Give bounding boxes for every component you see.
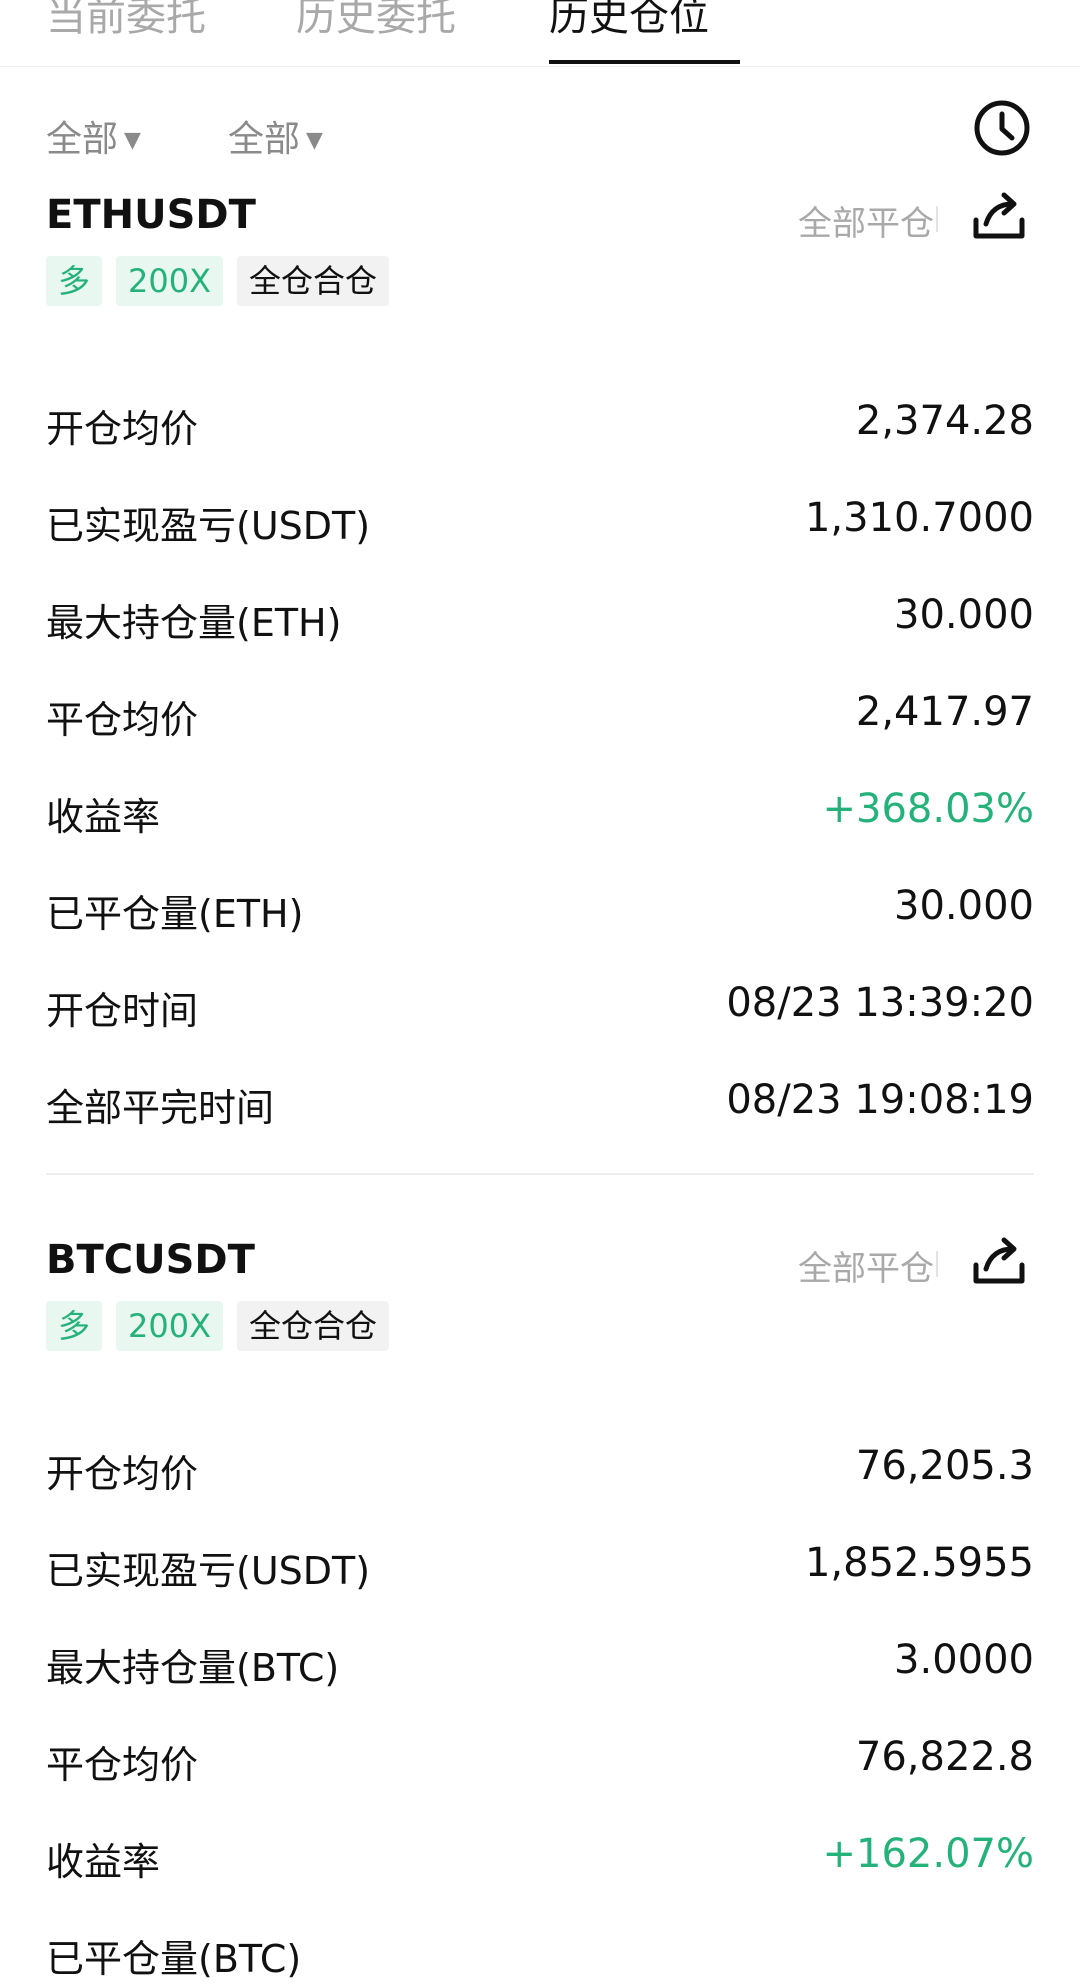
- close-all-button[interactable]: 全部平仓: [798, 1241, 934, 1290]
- detail-value: 1,310.7000: [804, 495, 1034, 541]
- detail-label: 开仓时间: [46, 989, 199, 1033]
- detail-label: 最大持仓量(ETH): [46, 601, 342, 645]
- detail-value: 76,205.3: [855, 1443, 1034, 1489]
- detail-label: 收益率: [46, 1840, 161, 1884]
- detail-row: 已实现盈亏(USDT) 1,852.5955: [46, 1540, 1034, 1598]
- filter-dropdown-2[interactable]: 全部 ▼: [228, 110, 323, 162]
- side-tag: 多: [46, 256, 103, 306]
- side-tag: 多: [46, 1301, 103, 1351]
- detail-label: 开仓均价: [46, 1452, 199, 1496]
- detail-label: 收益率: [46, 795, 161, 839]
- detail-value: 30.000: [894, 592, 1034, 638]
- filter-bar: 全部 ▼ 全部 ▼: [0, 96, 1080, 178]
- detail-row: 最大持仓量(BTC) 3.0000: [46, 1637, 1034, 1695]
- share-icon[interactable]: [968, 186, 1030, 248]
- detail-value: 3.0000: [894, 1637, 1034, 1683]
- detail-label: 平仓均价: [46, 698, 199, 742]
- detail-value: 2,374.28: [855, 398, 1034, 444]
- detail-row: 开仓均价 2,374.28: [46, 398, 1034, 456]
- leverage-tag: 200X: [116, 256, 224, 306]
- detail-value: 1,852.5955: [804, 1540, 1034, 1586]
- filter-dropdown-1[interactable]: 全部 ▼: [46, 110, 141, 162]
- detail-value: 30.000: [894, 883, 1034, 929]
- detail-label: 已平仓量(BTC): [46, 1937, 302, 1981]
- detail-label: 已平仓量(ETH): [46, 892, 304, 936]
- detail-value-return: +162.07%: [822, 1831, 1034, 1877]
- detail-row: 全部平完时间 08/23 19:08:19: [46, 1077, 1034, 1135]
- tab-order-history[interactable]: 历史委托: [296, 0, 456, 42]
- detail-row: 开仓均价 76,205.3: [46, 1443, 1034, 1501]
- margin-mode-tag: 全仓合仓: [237, 256, 390, 306]
- tab-bar: 当前委托 历史委托 历史仓位: [0, 0, 1080, 67]
- detail-label: 已实现盈亏(USDT): [46, 1549, 371, 1593]
- share-icon[interactable]: [968, 1231, 1030, 1293]
- detail-label: 已实现盈亏(USDT): [46, 504, 371, 548]
- detail-row: 已实现盈亏(USDT) 1,310.7000: [46, 495, 1034, 553]
- detail-label: 平仓均价: [46, 1743, 199, 1787]
- detail-row: 平仓均价 2,417.97: [46, 689, 1034, 747]
- caret-down-icon: ▼: [124, 128, 141, 153]
- position-symbol: ETHUSDT: [46, 192, 256, 238]
- detail-row: 平仓均价 76,822.8: [46, 1734, 1034, 1792]
- tab-current-orders[interactable]: 当前委托: [46, 0, 206, 42]
- caret-down-icon: ▼: [306, 128, 323, 153]
- detail-row: 最大持仓量(ETH) 30.000: [46, 592, 1034, 650]
- detail-row: 已平仓量(ETH) 30.000: [46, 883, 1034, 941]
- card-divider: [46, 1173, 1034, 1175]
- filter-dropdown-1-label: 全部: [46, 119, 119, 160]
- detail-row: 收益率 +368.03%: [46, 786, 1034, 844]
- active-tab-indicator: [549, 60, 740, 64]
- filter-dropdown-2-label: 全部: [228, 119, 301, 160]
- position-symbol: BTCUSDT: [46, 1237, 255, 1283]
- position-tags: 多 200X 全仓合仓: [46, 256, 390, 306]
- tab-position-history[interactable]: 历史仓位: [549, 0, 709, 42]
- detail-value: 08/23 13:39:20: [726, 980, 1034, 1026]
- detail-value: 76,822.8: [855, 1734, 1034, 1780]
- leverage-tag: 200X: [116, 1301, 224, 1351]
- detail-row: 收益率 +162.07%: [46, 1831, 1034, 1889]
- detail-row: 开仓时间 08/23 13:39:20: [46, 980, 1034, 1038]
- close-all-button[interactable]: 全部平仓: [798, 196, 934, 245]
- margin-mode-tag: 全仓合仓: [237, 1301, 390, 1351]
- position-tags: 多 200X 全仓合仓: [46, 1301, 390, 1351]
- detail-value: 2,417.97: [855, 689, 1034, 735]
- detail-label: 最大持仓量(BTC): [46, 1646, 340, 1690]
- detail-value-return: +368.03%: [822, 786, 1034, 832]
- detail-label: 全部平完时间: [46, 1086, 275, 1130]
- divider: [936, 1251, 938, 1277]
- detail-value: 08/23 19:08:19: [726, 1077, 1034, 1123]
- detail-label: 开仓均价: [46, 407, 199, 451]
- divider: [936, 206, 938, 232]
- detail-row: 已平仓量(BTC): [46, 1928, 1034, 1986]
- clock-icon[interactable]: [970, 96, 1034, 160]
